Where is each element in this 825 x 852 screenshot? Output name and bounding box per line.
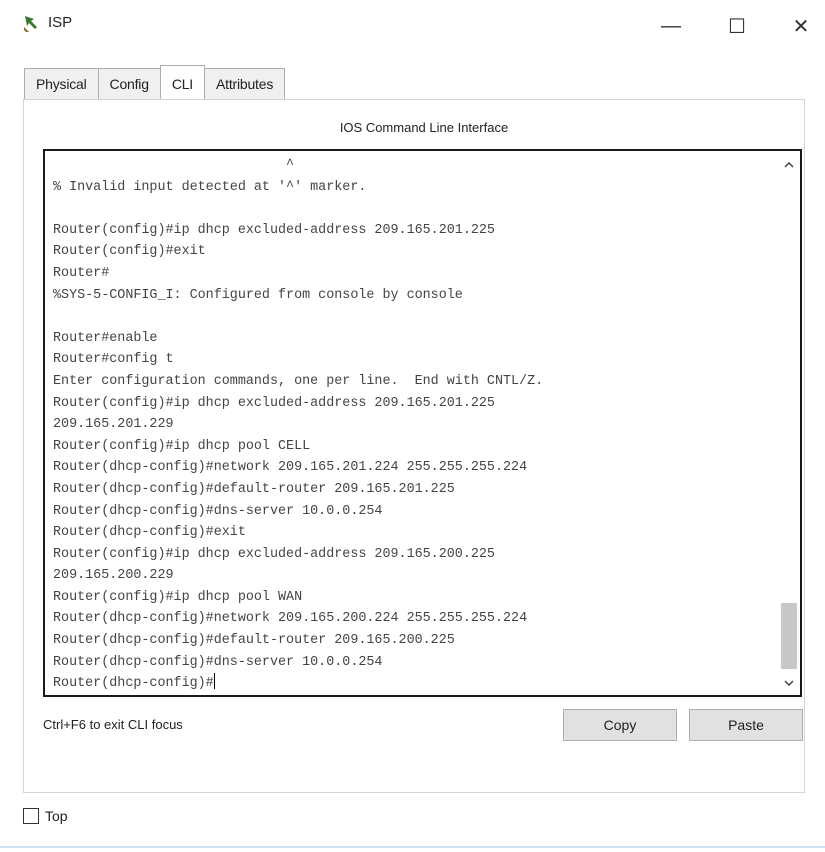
minimize-button[interactable]: —: [648, 8, 694, 44]
console-line: Enter configuration commands, one per li…: [53, 373, 544, 389]
paste-button[interactable]: Paste: [689, 709, 803, 741]
bottom-divider: [0, 846, 825, 848]
isp-device-window: ISP — ☐ ✕ Physical Config CLI Attributes…: [0, 0, 825, 852]
console-line: Router(config)#ip dhcp excluded-address …: [53, 546, 495, 562]
tab-config[interactable]: Config: [97, 68, 161, 99]
console-scrollbar[interactable]: [778, 151, 800, 695]
console-line: % Invalid input detected at '^' marker.: [53, 179, 367, 195]
console-line: Router(dhcp-config)#dns-server 10.0.0.25…: [53, 503, 383, 519]
cli-focus-hint: Ctrl+F6 to exit CLI focus: [43, 717, 183, 732]
console-line: Router#: [53, 265, 110, 281]
cli-console[interactable]: ^ % Invalid input detected at '^' marker.…: [43, 149, 802, 697]
console-line: Router(dhcp-config)#network 209.165.200.…: [53, 611, 528, 627]
title-bar: ISP — ☐ ✕: [0, 0, 825, 52]
window-title: ISP: [48, 14, 73, 31]
console-line: ^: [53, 158, 295, 173]
console-output[interactable]: ^ % Invalid input detected at '^' marker.…: [53, 155, 773, 695]
console-line: Router(config)#ip dhcp pool CELL: [53, 438, 311, 454]
maximize-button[interactable]: ☐: [714, 8, 760, 44]
console-line: %SYS-5-CONFIG_I: Configured from console…: [53, 287, 463, 303]
close-button[interactable]: ✕: [778, 8, 824, 44]
console-line: 209.165.200.229: [53, 568, 174, 584]
console-line: Router(dhcp-config)#default-router 209.1…: [53, 633, 455, 649]
scroll-down-arrow-icon[interactable]: [778, 673, 800, 693]
console-line: Router(dhcp-config)#exit: [53, 525, 246, 541]
top-checkbox-label: Top: [45, 808, 68, 824]
top-checkbox[interactable]: [23, 808, 39, 824]
tab-physical[interactable]: Physical: [24, 68, 99, 99]
panel-title: IOS Command Line Interface: [339, 120, 509, 135]
console-line: Router(dhcp-config)#network 209.165.201.…: [53, 460, 528, 476]
console-line: 209.165.201.229: [53, 417, 174, 433]
console-line: Router(config)#ip dhcp pool WAN: [53, 589, 303, 605]
console-line: Router(config)#ip dhcp excluded-address …: [53, 222, 495, 238]
router-icon: [24, 16, 37, 32]
console-line: Router(config)#ip dhcp excluded-address …: [53, 395, 495, 411]
scrollbar-thumb[interactable]: [781, 603, 797, 669]
console-line: Router(config)#exit: [53, 244, 206, 260]
console-line: Router(dhcp-config)#dns-server 10.0.0.25…: [53, 654, 383, 670]
top-checkbox-row[interactable]: Top: [23, 808, 68, 824]
console-line: Router(dhcp-config)#: [53, 673, 773, 695]
tab-bar: Physical Config CLI Attributes: [24, 65, 286, 100]
tab-attributes[interactable]: Attributes: [204, 68, 286, 99]
copy-button[interactable]: Copy: [563, 709, 677, 741]
console-line: Router#config t: [53, 352, 174, 368]
console-line: Router#enable: [53, 330, 158, 346]
tab-cli[interactable]: CLI: [159, 65, 205, 99]
scroll-up-arrow-icon[interactable]: [778, 155, 800, 175]
text-caret: [213, 673, 215, 690]
console-line: Router(dhcp-config)#default-router 209.1…: [53, 481, 455, 497]
